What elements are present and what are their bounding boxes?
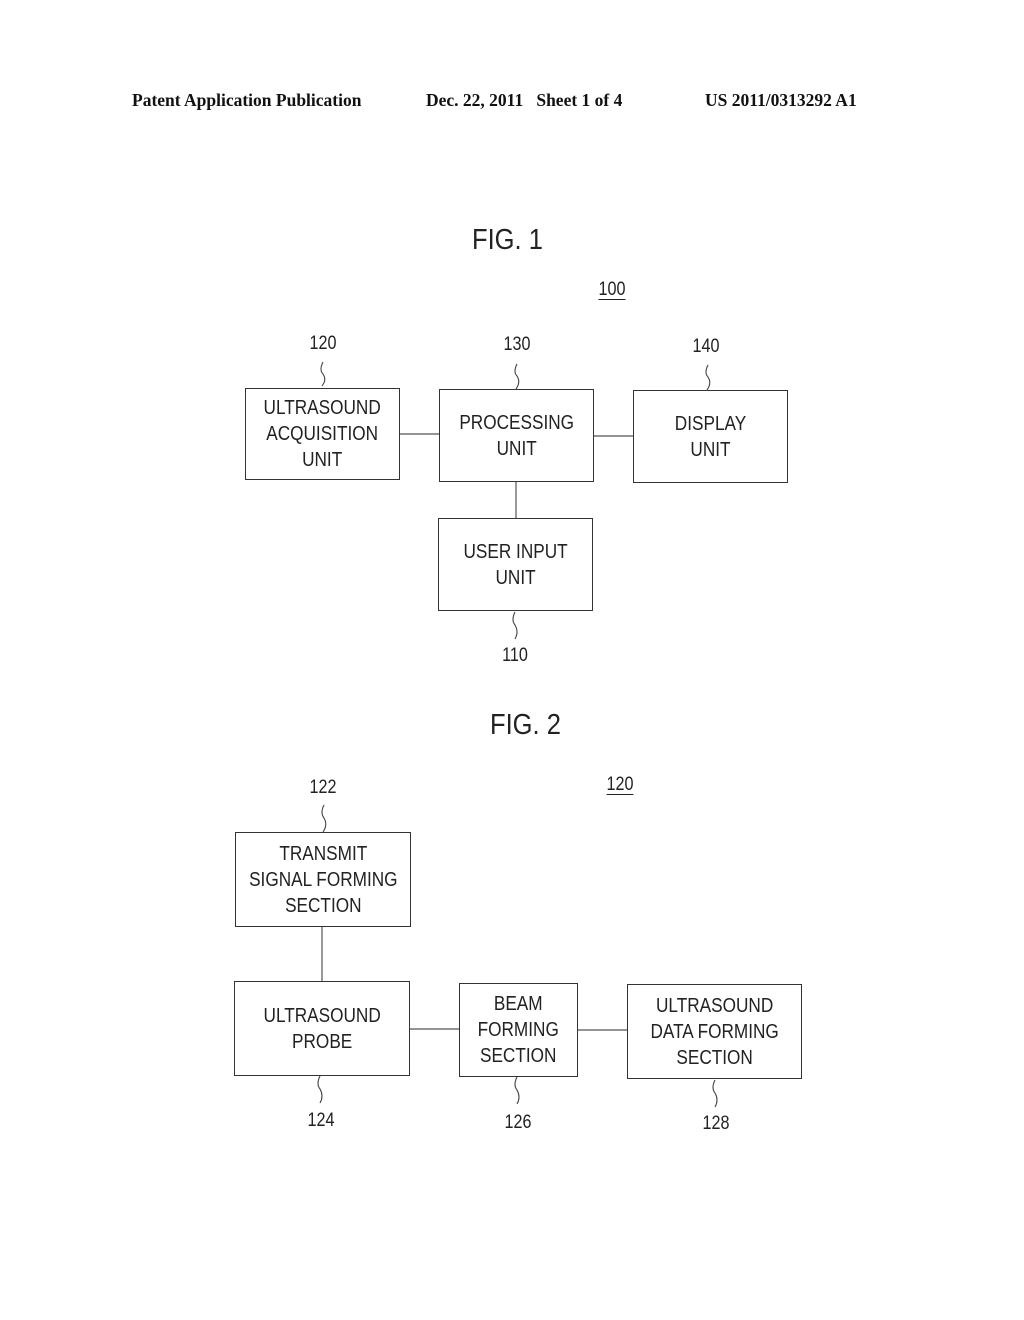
ref-120: 120 <box>309 333 337 354</box>
block-display-unit: DISPLAY UNIT <box>633 390 788 483</box>
block-label: USER INPUT UNIT <box>463 540 568 589</box>
block-label: PROCESSING UNIT <box>459 411 574 460</box>
leader-120 <box>320 361 326 387</box>
ref-128: 128 <box>702 1113 730 1134</box>
ref-126: 126 <box>504 1112 532 1133</box>
publication-number: US 2011/0313292 A1 <box>705 90 857 110</box>
ref-124: 124 <box>307 1110 335 1131</box>
block-label: BEAM FORMING SECTION <box>477 993 560 1067</box>
fig1-system-ref: 100 <box>598 279 626 300</box>
block-beam-forming-section: BEAM FORMING SECTION <box>459 983 578 1077</box>
fig2-system-ref: 120 <box>606 774 634 795</box>
block-processing-unit: PROCESSING UNIT <box>439 389 594 482</box>
leader-122 <box>321 804 327 833</box>
block-label: ULTRASOUND ACQUISITION UNIT <box>263 397 382 471</box>
block-label: ULTRASOUND DATA FORMING SECTION <box>650 994 779 1069</box>
fig1-title: FIG. 1 <box>472 224 543 256</box>
block-label: TRANSMIT SIGNAL FORMING SECTION <box>248 842 398 917</box>
block-ultrasound-data-forming-section: ULTRASOUND DATA FORMING SECTION <box>627 984 802 1079</box>
ref-110: 110 <box>502 645 528 666</box>
leader-126 <box>514 1076 520 1105</box>
publication-date-sheet: Dec. 22, 2011 Sheet 1 of 4 <box>426 90 623 110</box>
block-transmit-signal-forming-section: TRANSMIT SIGNAL FORMING SECTION <box>235 832 411 927</box>
block-label: DISPLAY UNIT <box>674 412 747 461</box>
block-label: ULTRASOUND PROBE <box>263 1004 381 1053</box>
leader-130 <box>514 363 520 390</box>
block-ultrasound-probe: ULTRASOUND PROBE <box>234 981 410 1076</box>
block-user-input-unit: USER INPUT UNIT <box>438 518 593 611</box>
leader-140 <box>705 364 711 391</box>
block-ultrasound-acquisition-unit: ULTRASOUND ACQUISITION UNIT <box>245 388 400 480</box>
ref-140: 140 <box>692 336 720 357</box>
fig2-title: FIG. 2 <box>490 709 561 741</box>
leader-110 <box>512 611 518 640</box>
publication-type: Patent Application Publication <box>132 90 362 110</box>
ref-130: 130 <box>503 334 531 355</box>
leader-124 <box>317 1075 323 1104</box>
ref-122: 122 <box>309 777 337 798</box>
leader-128 <box>712 1079 718 1108</box>
